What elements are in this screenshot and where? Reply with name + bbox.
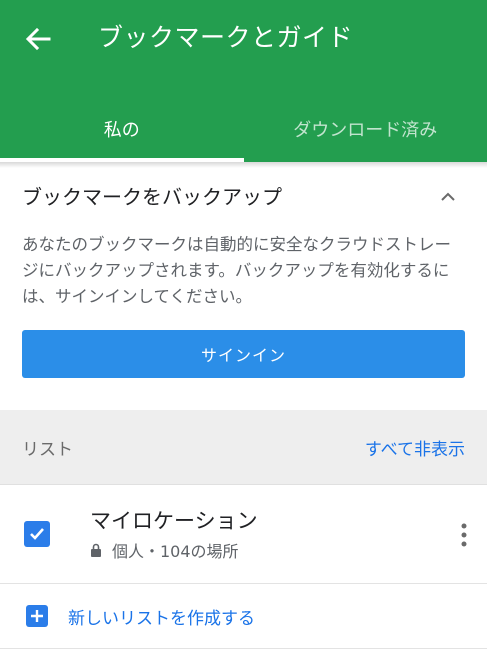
check-icon <box>27 524 47 544</box>
sign-in-button[interactable]: サインイン <box>22 330 465 378</box>
chevron-up-icon <box>439 188 457 206</box>
lock-icon <box>90 543 102 557</box>
spacer <box>22 378 465 410</box>
backup-description: あなたのブックマークは自動的に安全なクラウドストレージにバックアップされます。バ… <box>22 232 462 310</box>
create-list-label: 新しいリストを作成する <box>68 604 255 629</box>
more-options-button[interactable] <box>461 523 467 547</box>
hide-all-link[interactable]: すべて非表示 <box>365 435 465 460</box>
list-item[interactable]: マイロケーション 個人・104の場所 <box>0 485 487 584</box>
app-bar: ブックマークとガイド 私の ダウンロード済み <box>0 0 487 162</box>
backup-heading: ブックマークをバックアップ <box>22 182 465 212</box>
list-item-text: マイロケーション 個人・104の場所 <box>90 506 258 562</box>
backup-card: ブックマークをバックアップ あなたのブックマークは自動的に安全なクラウドストレー… <box>0 168 487 410</box>
list-visibility-checkbox[interactable] <box>24 521 50 547</box>
list-header: リスト すべて非表示 <box>0 410 487 485</box>
tab-mine[interactable]: 私の <box>0 96 244 162</box>
list-header-label: リスト <box>22 435 73 460</box>
arrow-back-icon <box>25 27 51 51</box>
back-button[interactable] <box>22 24 54 54</box>
create-list-button[interactable]: 新しいリストを作成する <box>0 584 487 649</box>
more-vert-icon <box>461 523 467 547</box>
list-item-meta-text: 個人・104の場所 <box>112 538 239 562</box>
list-item-name: マイロケーション <box>90 506 258 536</box>
list-item-meta: 個人・104の場所 <box>90 538 258 562</box>
tab-downloaded[interactable]: ダウンロード済み <box>244 96 487 162</box>
collapse-button[interactable] <box>439 188 457 206</box>
tab-bar: 私の ダウンロード済み <box>0 96 487 162</box>
page-title: ブックマークとガイド <box>98 20 353 56</box>
plus-box-icon <box>26 605 48 627</box>
